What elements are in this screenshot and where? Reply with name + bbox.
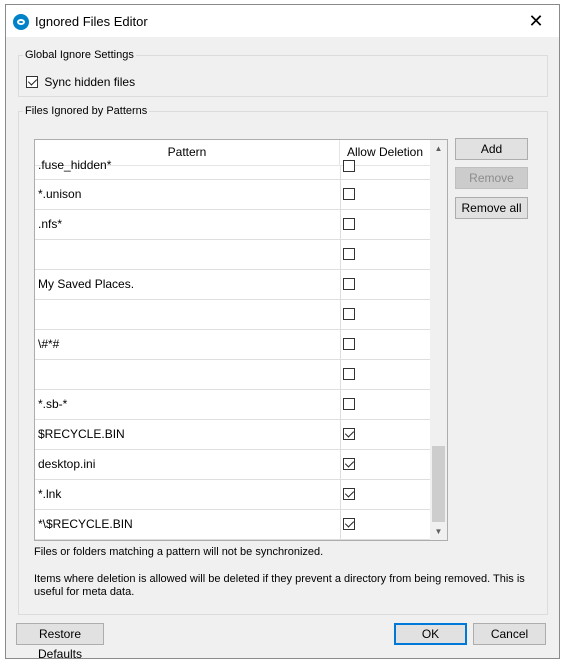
table-row[interactable]: desktop.ini [35, 450, 430, 480]
remove-all-button[interactable]: Remove all [455, 197, 528, 219]
cell-divider [340, 480, 341, 510]
table-row[interactable] [35, 360, 430, 390]
allow-deletion-checkbox[interactable] [343, 308, 355, 320]
restore-defaults-button[interactable]: Restore Defaults [16, 623, 104, 661]
sync-hidden-files-label: Sync hidden files [44, 74, 136, 89]
cell-divider [340, 270, 341, 300]
pattern-cell[interactable]: *.lnk [38, 480, 61, 509]
allow-deletion-checkbox[interactable] [343, 188, 355, 200]
cell-divider [340, 210, 341, 240]
pattern-cell[interactable]: *.sb-* [38, 390, 67, 419]
table-row[interactable]: \#*# [35, 330, 430, 360]
scrollbar-thumb[interactable] [432, 446, 445, 522]
allow-deletion-checkbox[interactable] [343, 398, 355, 410]
add-button[interactable]: Add [455, 138, 528, 160]
cell-divider [340, 420, 341, 450]
table-row[interactable] [35, 300, 430, 330]
table-row[interactable]: *.lnk [35, 480, 430, 510]
table-row[interactable] [35, 240, 430, 270]
pattern-cell[interactable]: desktop.ini [38, 450, 95, 479]
allow-deletion-checkbox[interactable] [343, 160, 355, 172]
allow-deletion-checkbox[interactable] [343, 278, 355, 290]
table-row[interactable]: *\$RECYCLE.BIN [35, 510, 430, 540]
table-row[interactable]: .nfs* [35, 210, 430, 240]
cell-divider [340, 180, 341, 210]
allow-deletion-checkbox[interactable] [343, 458, 355, 470]
ok-button[interactable]: OK [394, 623, 467, 645]
allow-deletion-checkbox[interactable] [343, 518, 355, 530]
pattern-cell[interactable]: *.unison [38, 180, 81, 209]
patterns-rows: .fuse_hidden* *.unison .nfs* My Saved Place… [35, 158, 430, 540]
ignored-files-editor-dialog: Ignored Files Editor ✕ Global Ignore Set… [5, 4, 560, 661]
files-ignored-by-patterns-label: Files Ignored by Patterns [23, 105, 150, 117]
info-text-deletion-line-2: useful for meta data. [34, 586, 135, 598]
close-button[interactable]: ✕ [513, 5, 559, 37]
pattern-cell[interactable]: *\$RECYCLE.BIN [38, 510, 133, 539]
cell-divider [340, 450, 341, 480]
allow-deletion-checkbox[interactable] [343, 248, 355, 260]
info-text-deletion-line-1: Items where deletion is allowed will be … [34, 573, 525, 585]
remove-button[interactable]: Remove [455, 167, 528, 189]
pattern-cell[interactable]: .fuse_hidden* [38, 151, 111, 180]
allow-deletion-checkbox[interactable] [343, 218, 355, 230]
patterns-table: Pattern Allow Deletion .fuse_hidden* *.un… [34, 139, 448, 541]
scroll-up-arrow-icon[interactable]: ▲ [430, 140, 447, 157]
table-row[interactable]: .fuse_hidden* [35, 158, 430, 180]
allow-deletion-checkbox[interactable] [343, 488, 355, 500]
info-text-sync: Files or folders matching a pattern will… [34, 546, 324, 558]
table-row[interactable]: My Saved Places. [35, 270, 430, 300]
sync-hidden-files-checkbox[interactable]: Sync hidden files [26, 73, 135, 89]
pattern-cell[interactable]: $RECYCLE.BIN [38, 420, 125, 449]
table-row[interactable]: $RECYCLE.BIN [35, 420, 430, 450]
cell-divider [340, 330, 341, 360]
title-bar: Ignored Files Editor ✕ [6, 5, 559, 37]
cell-divider [340, 360, 341, 390]
window-title: Ignored Files Editor [35, 14, 148, 29]
cancel-button[interactable]: Cancel [473, 623, 546, 645]
allow-deletion-checkbox[interactable] [343, 368, 355, 380]
pattern-cell[interactable]: \#*# [38, 330, 59, 359]
allow-deletion-checkbox[interactable] [343, 428, 355, 440]
pattern-cell[interactable]: My Saved Places. [38, 270, 134, 299]
scroll-down-arrow-icon[interactable]: ▼ [430, 523, 447, 540]
pattern-cell[interactable]: .nfs* [38, 210, 62, 239]
cell-divider [340, 390, 341, 420]
cell-divider [340, 300, 341, 330]
cell-divider [340, 240, 341, 270]
table-row[interactable]: *.unison [35, 180, 430, 210]
table-row[interactable]: *.sb-* [35, 390, 430, 420]
sync-hidden-check-icon[interactable] [26, 75, 38, 88]
global-ignore-settings-label: Global Ignore Settings [23, 49, 136, 61]
allow-deletion-checkbox[interactable] [343, 338, 355, 350]
vertical-scrollbar[interactable]: ▲ ▼ [430, 140, 447, 540]
cell-divider [340, 510, 341, 540]
cell-divider [340, 166, 341, 180]
nextcloud-app-icon [13, 14, 29, 30]
